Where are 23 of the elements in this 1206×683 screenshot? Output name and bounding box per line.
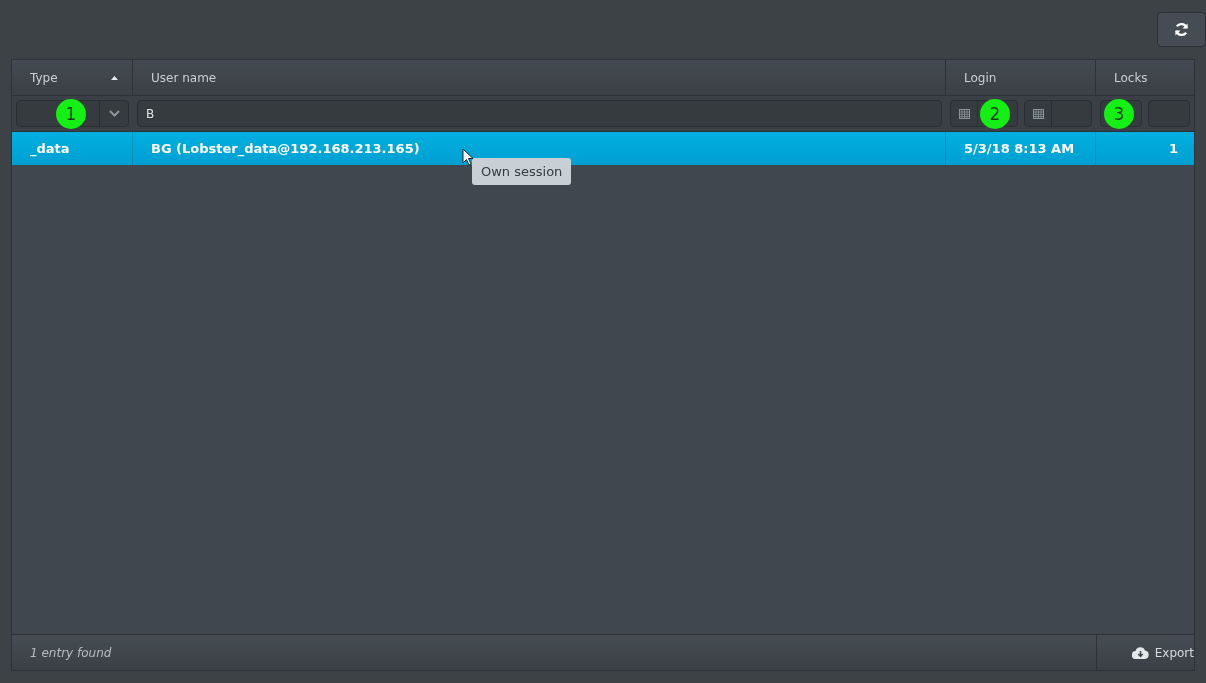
export-button[interactable]: Export <box>1096 635 1194 670</box>
refresh-icon <box>1174 22 1189 37</box>
refresh-button[interactable] <box>1157 12 1206 47</box>
chevron-down-icon <box>108 110 120 117</box>
tooltip: Own session <box>472 158 572 185</box>
table-cell: _data <box>30 141 70 156</box>
annotation-tooltip: 3 <box>1104 99 1134 129</box>
status-text: 1 entry found <box>29 645 113 660</box>
column-header[interactable]: User name <box>151 70 217 85</box>
calendar-icon <box>958 108 970 119</box>
column-header[interactable]: Type <box>30 70 58 85</box>
annotation-tooltip: 2 <box>980 99 1010 129</box>
date-field[interactable] <box>1024 100 1092 127</box>
annotation-tooltip: 1 <box>56 99 86 129</box>
column-header[interactable]: Login <box>964 70 997 85</box>
column-header[interactable]: Locks <box>1114 70 1148 85</box>
table-cell: 1 <box>1168 141 1178 156</box>
table-cell: BG (Lobster_data@192.168.213.165) <box>151 141 420 156</box>
cloud-download-icon <box>1131 646 1149 659</box>
user-name-filter-field[interactable]: B <box>137 100 942 127</box>
mouse-pointer-icon <box>462 148 474 166</box>
calendar-icon <box>1032 108 1044 119</box>
table-cell: 5/3/18 8:13 AM <box>964 141 1075 156</box>
